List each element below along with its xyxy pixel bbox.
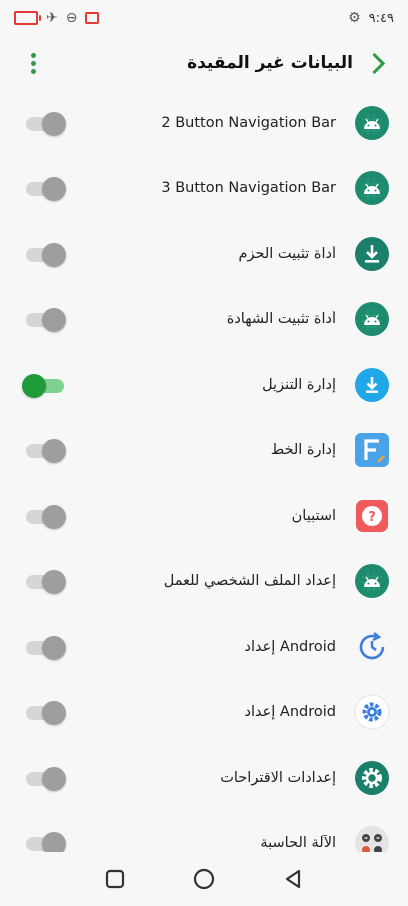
status-icons-left: ✈ ⊖ bbox=[14, 10, 100, 26]
unrestricted-data-toggle[interactable] bbox=[22, 307, 66, 333]
app-name: إعداد الملف الشخصي للعمل bbox=[163, 573, 336, 590]
airplane-mode-icon: ✈ bbox=[46, 10, 58, 26]
settings-status-icon: ⚙ bbox=[348, 10, 361, 26]
app-row[interactable]: أداة تثبيت الحزم bbox=[0, 221, 408, 287]
app-row[interactable]: أداة تثبيت الشهادة bbox=[0, 287, 408, 353]
recent-apps-button[interactable] bbox=[100, 864, 130, 894]
app-list: 2 Button Navigation Bar 3 Button Navigati… bbox=[0, 90, 408, 852]
app-name: إعداد Android bbox=[244, 704, 336, 721]
app-name: الآلة الحاسبة bbox=[260, 835, 336, 852]
app-row[interactable]: إعداد Android bbox=[0, 614, 408, 680]
app-row[interactable]: 3 Button Navigation Bar bbox=[0, 156, 408, 222]
cast-icon bbox=[85, 12, 100, 24]
unrestricted-data-toggle[interactable] bbox=[22, 766, 66, 791]
app-row[interactable]: استبيان? bbox=[0, 483, 408, 549]
app-name: استبيان bbox=[291, 507, 336, 524]
unrestricted-data-toggle[interactable] bbox=[22, 569, 66, 595]
app-name: إدارة الخط bbox=[270, 442, 336, 459]
app-row[interactable]: إعدادات الاقتراحات bbox=[0, 745, 408, 811]
status-bar: ✈ ⊖ ⚙ ٩:٤٩ bbox=[0, 0, 408, 36]
download-blue-icon bbox=[354, 367, 390, 403]
home-button[interactable] bbox=[189, 864, 219, 894]
title-wrap: البيانات غير المقيدة bbox=[187, 52, 386, 74]
back-arrow-icon[interactable] bbox=[363, 52, 386, 74]
app-name: إدارة التنزيل bbox=[262, 376, 336, 393]
android-icon bbox=[354, 301, 390, 337]
unrestricted-data-toggle[interactable] bbox=[22, 111, 66, 136]
android-icon bbox=[354, 105, 390, 141]
suggestions-settings-icon bbox=[354, 760, 390, 796]
status-time: ٩:٤٩ bbox=[368, 10, 394, 26]
page-title: البيانات غير المقيدة bbox=[187, 53, 353, 73]
battery-low-icon bbox=[14, 11, 41, 25]
unrestricted-data-toggle[interactable] bbox=[22, 700, 66, 726]
app-name: إعدادات الاقتراحات bbox=[220, 769, 336, 786]
app-row[interactable]: إعداد Android bbox=[0, 680, 408, 746]
download-icon bbox=[354, 236, 390, 272]
unrestricted-data-toggle[interactable] bbox=[22, 831, 66, 852]
app-name: إعداد Android bbox=[244, 638, 336, 655]
app-row[interactable]: إعداد الملف الشخصي للعمل bbox=[0, 549, 408, 615]
navigation-bar bbox=[0, 852, 408, 906]
setup-clock-icon bbox=[354, 629, 390, 665]
unrestricted-data-toggle[interactable] bbox=[22, 635, 66, 660]
unrestricted-data-toggle[interactable] bbox=[22, 176, 66, 202]
svg-text:?: ? bbox=[368, 510, 376, 525]
app-name: أداة تثبيت الحزم bbox=[238, 245, 336, 262]
unrestricted-data-toggle[interactable] bbox=[22, 242, 66, 267]
app-name: 3 Button Navigation Bar bbox=[161, 180, 336, 197]
setup-gear-icon bbox=[354, 694, 390, 730]
app-row[interactable]: إدارة التنزيل bbox=[0, 352, 408, 418]
survey-icon: ? bbox=[354, 498, 390, 534]
more-options-icon[interactable] bbox=[26, 52, 40, 74]
app-row[interactable]: الآلة الحاسبة bbox=[0, 811, 408, 852]
app-name: أداة تثبيت الشهادة bbox=[226, 311, 336, 328]
unrestricted-data-toggle[interactable] bbox=[22, 504, 66, 529]
back-button[interactable] bbox=[278, 864, 308, 894]
app-bar: البيانات غير المقيدة bbox=[0, 40, 408, 86]
status-icons-right: ⚙ ٩:٤٩ bbox=[348, 10, 394, 26]
app-name: 2 Button Navigation Bar bbox=[161, 114, 336, 131]
font-manager-icon bbox=[354, 432, 390, 468]
android-icon bbox=[354, 563, 390, 599]
unrestricted-data-toggle[interactable] bbox=[22, 373, 66, 398]
app-row[interactable]: إدارة الخط bbox=[0, 418, 408, 484]
calculator-icon bbox=[354, 825, 390, 852]
android-icon bbox=[354, 170, 390, 206]
app-row[interactable]: 2 Button Navigation Bar bbox=[0, 90, 408, 156]
unrestricted-data-toggle[interactable] bbox=[22, 438, 66, 464]
do-not-disturb-icon: ⊖ bbox=[65, 10, 78, 26]
